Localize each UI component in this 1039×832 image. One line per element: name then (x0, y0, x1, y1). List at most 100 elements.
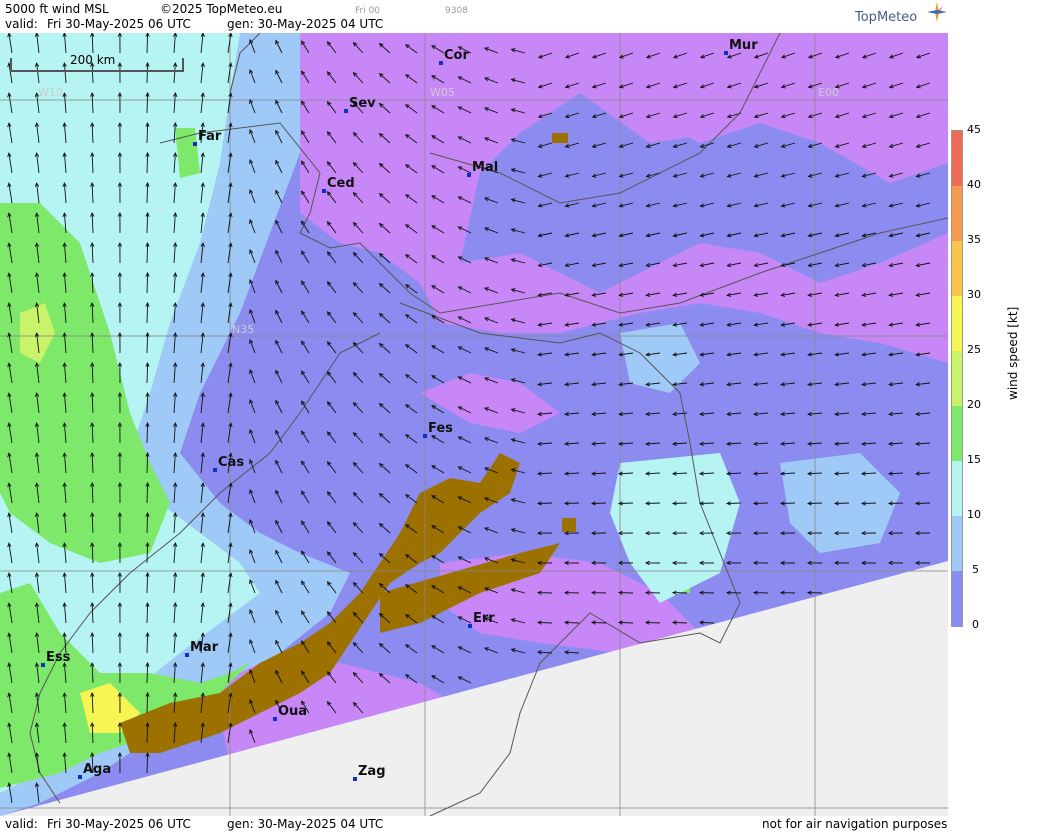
legend-color-bar (951, 130, 963, 627)
city-label: Ess (46, 650, 71, 665)
map-canvas (0, 33, 948, 816)
wind-arrow (564, 502, 580, 504)
chart-footer: valid: Fri 30-May-2025 06 UTC gen: 30-Ma… (0, 816, 948, 832)
wind-arrow (146, 692, 149, 714)
city-label: Mur (729, 38, 758, 53)
wind-arrow (780, 502, 796, 504)
wind-arrow (146, 122, 149, 144)
wind-arrow (146, 482, 149, 504)
city-dot (185, 653, 189, 657)
wind-arrow (699, 502, 715, 504)
legend-color-segment (952, 186, 962, 242)
high-terrain-sierra (552, 133, 568, 143)
wind-arrow (537, 621, 553, 624)
wind-arrow (146, 152, 149, 174)
wind-arrow (146, 242, 149, 264)
wind-arrow (146, 452, 149, 474)
city-label: Sev (349, 96, 376, 111)
grid-label-n35: N35 (232, 323, 255, 336)
wind-arrow (861, 502, 877, 504)
legend-color-segment (952, 516, 962, 572)
legend-title: wind speed [kt] (1006, 306, 1020, 400)
legend-tick-label: 15 (967, 453, 981, 466)
city-dot (344, 109, 348, 113)
wind-arrow (146, 752, 149, 774)
city-dot (273, 717, 277, 721)
legend-tick-label: 0 (972, 618, 979, 631)
disclaimer: not for air navigation purposes (762, 817, 948, 831)
city-label: Ced (327, 176, 355, 191)
legend-tick-label: 5 (972, 563, 979, 576)
city-dot (322, 189, 326, 193)
legend-color-segment (952, 571, 962, 627)
city-label: Cas (218, 455, 245, 470)
logo-text: TopMeteo (855, 10, 918, 25)
city-label: Far (198, 129, 222, 144)
legend-tick-label: 45 (967, 123, 981, 136)
map-code: 9308 (445, 6, 468, 16)
city-dot (78, 775, 82, 779)
wind-arrow (537, 502, 553, 504)
city-dot (41, 663, 45, 667)
city-label: Oua (278, 704, 308, 719)
city-dot (213, 468, 217, 472)
chart-header: 5000 ft wind MSL ©2025 TopMeteo.eu Fri 0… (0, 0, 948, 33)
wind-arrow (146, 92, 149, 114)
wind-arrow (564, 621, 580, 624)
product-title: 5000 ft wind MSL (5, 2, 109, 16)
wind-arrow (146, 302, 149, 324)
wind-arrow (591, 621, 607, 624)
city-label: Aga (83, 762, 112, 777)
city-label: Zag (358, 764, 386, 779)
wind-arrow (146, 662, 149, 684)
topmeteo-logo[interactable]: TopMeteo (855, 2, 947, 25)
run-indicator: Fri 00 (355, 6, 381, 16)
generated-time: gen: 30-May-2025 04 UTC (227, 17, 384, 31)
valid-label: valid: (5, 17, 38, 31)
wind-arrow (726, 502, 742, 504)
wind-arrow (672, 621, 688, 624)
legend-tick-label: 40 (967, 178, 981, 191)
city-label: Fes (428, 421, 453, 436)
wind-arrow (699, 621, 715, 624)
city-label: Mal (472, 160, 499, 175)
city-dot (423, 434, 427, 438)
grid-label-e00: E00 (818, 86, 839, 99)
wind-arrow (146, 512, 149, 534)
wind-map[interactable]: 200 km W10 W05 E00 N35 Cor Mur Sev Far Mal Ce… (0, 33, 948, 816)
legend-tick-label: 35 (967, 233, 981, 246)
wind-arrow (146, 572, 149, 594)
city-dot (724, 51, 728, 55)
wind-arrow (146, 272, 149, 294)
legend-tick-label: 25 (967, 343, 981, 356)
wind-arrow (146, 332, 149, 354)
wind-arrow (753, 502, 769, 504)
wind-arrow (146, 542, 149, 564)
city-dot (353, 777, 357, 781)
wind-arrow (146, 632, 149, 654)
city-dot (439, 61, 443, 65)
wind-arrow (915, 502, 931, 504)
wind-arrow (146, 212, 149, 234)
scale-label: 200 km (70, 53, 116, 67)
wind-arrow (645, 502, 661, 504)
city-dot (467, 173, 471, 177)
footer-valid-label: valid: (5, 817, 38, 831)
city-label: Err (473, 611, 495, 626)
wind-arrow (146, 392, 149, 414)
valid-time: Fri 30-May-2025 06 UTC (47, 17, 191, 31)
wind-arrow (834, 502, 850, 504)
high-terrain-patch (562, 518, 576, 532)
legend-tick-label: 20 (967, 398, 981, 411)
wind-arrow (146, 602, 149, 624)
grid-label-w05: W05 (430, 86, 455, 99)
wind-arrow (618, 502, 634, 504)
wind-arrow (672, 502, 688, 504)
wind-arrow (146, 722, 149, 744)
footer-valid-time: Fri 30-May-2025 06 UTC (47, 817, 191, 831)
legend-color-segment (952, 461, 962, 517)
city-dot (468, 624, 472, 628)
city-dot (193, 142, 197, 146)
copyright-text: ©2025 TopMeteo.eu (160, 2, 283, 16)
wind-arrow (146, 182, 149, 204)
